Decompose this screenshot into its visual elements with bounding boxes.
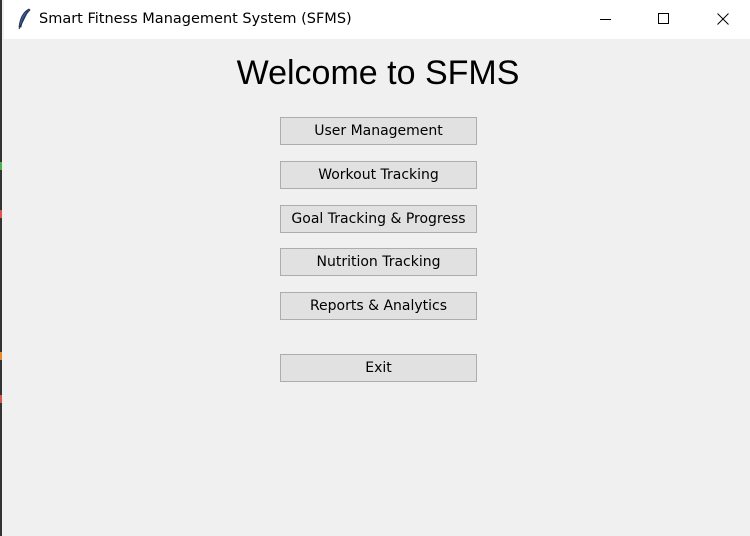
feather-icon bbox=[16, 8, 32, 30]
minimize-button[interactable] bbox=[577, 0, 635, 39]
close-icon bbox=[717, 10, 729, 29]
title-bar[interactable]: Smart Fitness Management System (SFMS) bbox=[4, 0, 750, 39]
exit-button[interactable]: Exit bbox=[280, 354, 477, 382]
goal-tracking-progress-button[interactable]: Goal Tracking & Progress bbox=[280, 205, 477, 233]
window-title: Smart Fitness Management System (SFMS) bbox=[39, 11, 352, 27]
user-management-button[interactable]: User Management bbox=[280, 117, 477, 145]
background-window-edge bbox=[0, 210, 2, 218]
app-window: Smart Fitness Management System (SFMS) W… bbox=[0, 0, 750, 536]
reports-analytics-button[interactable]: Reports & Analytics bbox=[280, 292, 477, 320]
maximize-button[interactable] bbox=[635, 0, 693, 39]
workout-tracking-button[interactable]: Workout Tracking bbox=[280, 161, 477, 189]
nutrition-tracking-button[interactable]: Nutrition Tracking bbox=[280, 248, 477, 276]
background-window-edge bbox=[0, 162, 2, 170]
background-window-edge bbox=[0, 352, 2, 360]
close-button[interactable] bbox=[694, 0, 750, 39]
background-window-edge bbox=[0, 395, 2, 403]
minimize-icon bbox=[600, 10, 612, 29]
maximize-icon bbox=[658, 10, 670, 29]
welcome-heading: Welcome to SFMS bbox=[236, 54, 520, 92]
